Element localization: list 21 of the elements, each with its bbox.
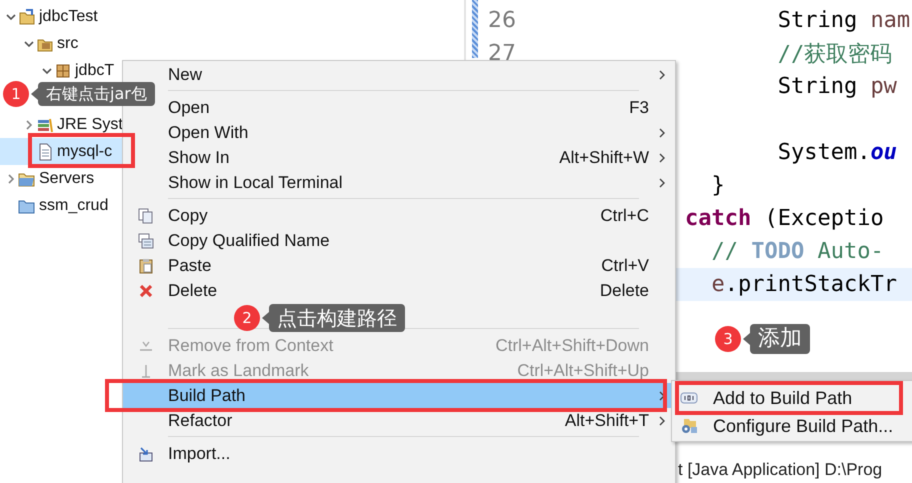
tree-item-label: jdbcT bbox=[75, 62, 114, 80]
code-line: String pw bbox=[776, 74, 897, 99]
console-text: t [Java Application] D:\Prog bbox=[678, 460, 882, 480]
code-line: //获取密码 bbox=[776, 40, 892, 68]
code-line: System.ou bbox=[776, 140, 897, 165]
code-line: // TODO Auto- bbox=[710, 239, 884, 264]
tree-item-label: src bbox=[57, 34, 78, 52]
tree-item-label: jdbcTest bbox=[39, 8, 98, 26]
tree-item-label: mysql-c bbox=[57, 142, 112, 160]
tree-item-label: JRE Syst bbox=[57, 116, 123, 134]
code-line: String nam bbox=[776, 8, 910, 33]
step-callout-tooltip: 1 右键点击jar包 bbox=[3, 81, 155, 107]
tree-item-label: Servers bbox=[39, 170, 94, 188]
line-number: 27 bbox=[488, 41, 516, 66]
line-number: 26 bbox=[488, 8, 516, 33]
step-callout-tooltip: 2 点击构建路径 bbox=[234, 304, 405, 332]
code-line: e.printStackTr bbox=[710, 272, 897, 297]
code-line: } bbox=[710, 173, 725, 198]
step-callout-tooltip: 3 添加 bbox=[715, 324, 810, 354]
tree-item-label: ssm_crud bbox=[39, 196, 108, 214]
code-line: catch (Exceptio bbox=[685, 206, 884, 231]
